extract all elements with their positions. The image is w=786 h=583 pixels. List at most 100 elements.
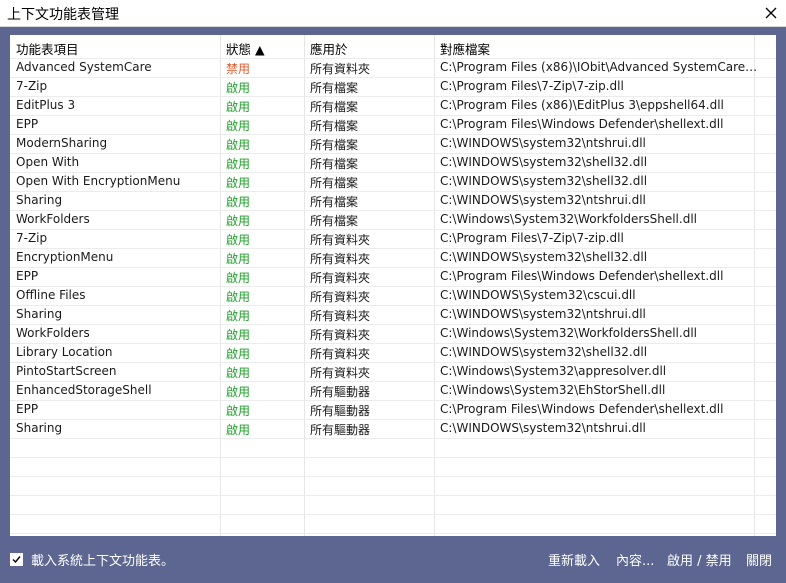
row-item-name: WorkFolders [16, 212, 90, 226]
row-applies-to: 所有資料夾 [310, 309, 371, 323]
row-applies-to: 所有檔案 [310, 157, 359, 171]
row-status: 啟用 [226, 157, 251, 171]
grid-row-line [10, 476, 776, 477]
column-header-item[interactable]: 功能表項目 [16, 39, 79, 58]
table-row[interactable]: EPP 啟用 所有資料夾 C:\Program Files\Windows Defen… [10, 267, 776, 286]
row-file-path: C:\Windows\System32\WorkfoldersShell.dll [440, 212, 697, 226]
row-status: 啟用 [226, 233, 251, 247]
row-status: 啟用 [226, 119, 251, 133]
row-file-path: C:\WINDOWS\System32\cscui.dll [440, 288, 636, 302]
row-item-name: EditPlus 3 [16, 98, 76, 112]
close-button[interactable]: 關閉 [746, 550, 772, 569]
row-item-name: ModernSharing [16, 136, 108, 150]
row-applies-to: 所有資料夾 [310, 290, 371, 304]
reload-button[interactable]: 重新載入 [548, 550, 600, 569]
table-row[interactable]: PintoStartScreen 啟用 所有資料夾 C:\Windows\System… [10, 362, 776, 381]
checkmark-icon [12, 556, 21, 564]
toggle-enable-button[interactable]: 啟用 / 禁用 [667, 550, 732, 569]
row-applies-to: 所有資料夾 [310, 328, 371, 342]
table-row[interactable]: EPP 啟用 所有檔案 C:\Program Files\Windows Defend… [10, 115, 776, 134]
row-file-path: C:\Windows\System32\WorkfoldersShell.dll [440, 326, 697, 340]
grid-row-line [10, 457, 776, 458]
row-status: 啟用 [226, 271, 251, 285]
row-status: 啟用 [226, 347, 251, 361]
column-header-status-label: 狀態 [226, 42, 252, 57]
table-row[interactable]: EditPlus 3 啟用 所有檔案 C:\Program Files (x86)\E… [10, 96, 776, 115]
column-header-file[interactable]: 對應檔案 [440, 39, 490, 58]
row-item-name: 7-Zip [16, 231, 48, 245]
row-status: 啟用 [226, 195, 251, 209]
row-applies-to: 所有驅動器 [310, 423, 371, 437]
row-applies-to: 所有資料夾 [310, 233, 371, 247]
checkbox-box[interactable] [10, 553, 23, 566]
row-item-name: Library Location [16, 345, 113, 359]
row-applies-to: 所有檔案 [310, 138, 359, 152]
row-applies-to: 所有資料夾 [310, 366, 371, 380]
row-applies-to: 所有檔案 [310, 100, 359, 114]
table-row[interactable]: Advanced SystemCare 禁用 所有資料夾 C:\Program Fil… [10, 58, 776, 77]
row-status: 禁用 [226, 62, 251, 76]
details-button[interactable]: 內容... [616, 550, 654, 569]
table-row[interactable]: WorkFolders 啟用 所有資料夾 C:\Windows\System32\Wo… [10, 324, 776, 343]
grid-row-line [10, 438, 776, 439]
row-applies-to: 所有資料夾 [310, 271, 371, 285]
row-applies-to: 所有檔案 [310, 81, 359, 95]
row-file-path: C:\WINDOWS\system32\ntshrui.dll [440, 421, 646, 435]
row-status: 啟用 [226, 385, 251, 399]
row-status: 啟用 [226, 309, 251, 323]
checkbox-label: 載入系統上下文功能表。 [31, 554, 175, 569]
grid-row-line [10, 533, 776, 534]
column-header-applies[interactable]: 應用於 [310, 39, 348, 58]
table-row[interactable]: ModernSharing 啟用 所有檔案 C:\WINDOWS\system32\n… [10, 134, 776, 153]
row-applies-to: 所有檔案 [310, 195, 359, 209]
row-applies-to: 所有檔案 [310, 176, 359, 190]
list-header: 功能表項目 狀態 ▲ 應用於 對應檔案 [10, 35, 776, 59]
grid-row-line [10, 495, 776, 496]
row-item-name: 7-Zip [16, 79, 48, 93]
row-item-name: EPP [16, 269, 39, 283]
table-row[interactable]: Sharing 啟用 所有檔案 C:\WINDOWS\system32\ntshrui… [10, 191, 776, 210]
row-file-path: C:\Program Files (x86)\IObit\Advanced Sy… [440, 60, 758, 74]
row-applies-to: 所有資料夾 [310, 252, 371, 266]
row-file-path: C:\Program Files\Windows Defender\shelle… [440, 117, 724, 131]
row-applies-to: 所有驅動器 [310, 385, 371, 399]
row-item-name: WorkFolders [16, 326, 90, 340]
table-row[interactable]: Sharing 啟用 所有資料夾 C:\WINDOWS\system32\ntshru… [10, 305, 776, 324]
load-system-menu-checkbox[interactable]: 載入系統上下文功能表。 [10, 550, 174, 569]
sort-ascending-icon: ▲ [255, 42, 265, 57]
row-status: 啟用 [226, 176, 251, 190]
row-status: 啟用 [226, 100, 251, 114]
row-file-path: C:\WINDOWS\system32\shell32.dll [440, 174, 648, 188]
row-status: 啟用 [226, 423, 251, 437]
context-menu-list[interactable]: 功能表項目 狀態 ▲ 應用於 對應檔案 Advanced SystemCare 禁… [10, 35, 776, 536]
row-file-path: C:\WINDOWS\system32\shell32.dll [440, 250, 648, 264]
row-item-name: Offline Files [16, 288, 86, 302]
window-title: 上下文功能表管理 [7, 7, 119, 23]
row-file-path: C:\WINDOWS\system32\ntshrui.dll [440, 136, 646, 150]
row-item-name: Sharing [16, 193, 63, 207]
row-applies-to: 所有資料夾 [310, 347, 371, 361]
table-row[interactable]: Sharing 啟用 所有驅動器 C:\WINDOWS\system32\ntshru… [10, 419, 776, 438]
row-file-path: C:\Program Files\7-Zip\7-zip.dll [440, 231, 624, 245]
row-applies-to: 所有檔案 [310, 214, 359, 228]
table-row[interactable]: Library Location 啟用 所有資料夾 C:\WINDOWS\system… [10, 343, 776, 362]
main-frame: 功能表項目 狀態 ▲ 應用於 對應檔案 Advanced SystemCare 禁… [0, 27, 786, 583]
row-item-name: EncryptionMenu [16, 250, 114, 264]
table-row[interactable]: Offline Files 啟用 所有資料夾 C:\WINDOWS\System32\… [10, 286, 776, 305]
column-header-status[interactable]: 狀態 ▲ [226, 39, 265, 58]
table-row[interactable]: 7-Zip 啟用 所有資料夾 C:\Program Files\7-Zip\7-zip… [10, 229, 776, 248]
table-row[interactable]: WorkFolders 啟用 所有檔案 C:\Windows\System32\Wor… [10, 210, 776, 229]
row-item-name: Sharing [16, 421, 63, 435]
table-row[interactable]: 7-Zip 啟用 所有檔案 C:\Program Files\7-Zip\7-zip.… [10, 77, 776, 96]
row-file-path: C:\WINDOWS\system32\shell32.dll [440, 155, 648, 169]
row-file-path: C:\Program Files\Windows Defender\shelle… [440, 269, 724, 283]
table-row[interactable]: EPP 啟用 所有驅動器 C:\Program Files\Windows Defen… [10, 400, 776, 419]
row-applies-to: 所有檔案 [310, 119, 359, 133]
close-window-button[interactable] [760, 2, 782, 24]
table-row[interactable]: EnhancedStorageShell 啟用 所有驅動器 C:\Windows\Sy… [10, 381, 776, 400]
table-row[interactable]: Open With EncryptionMenu 啟用 所有檔案 C:\WINDOWS… [10, 172, 776, 191]
row-file-path: C:\WINDOWS\system32\ntshrui.dll [440, 307, 646, 321]
footer-bar: 載入系統上下文功能表。 重新載入 內容... 啟用 / 禁用 關閉 [0, 536, 786, 583]
table-row[interactable]: Open With 啟用 所有檔案 C:\WINDOWS\system32\shell… [10, 153, 776, 172]
table-row[interactable]: EncryptionMenu 啟用 所有資料夾 C:\WINDOWS\system32… [10, 248, 776, 267]
